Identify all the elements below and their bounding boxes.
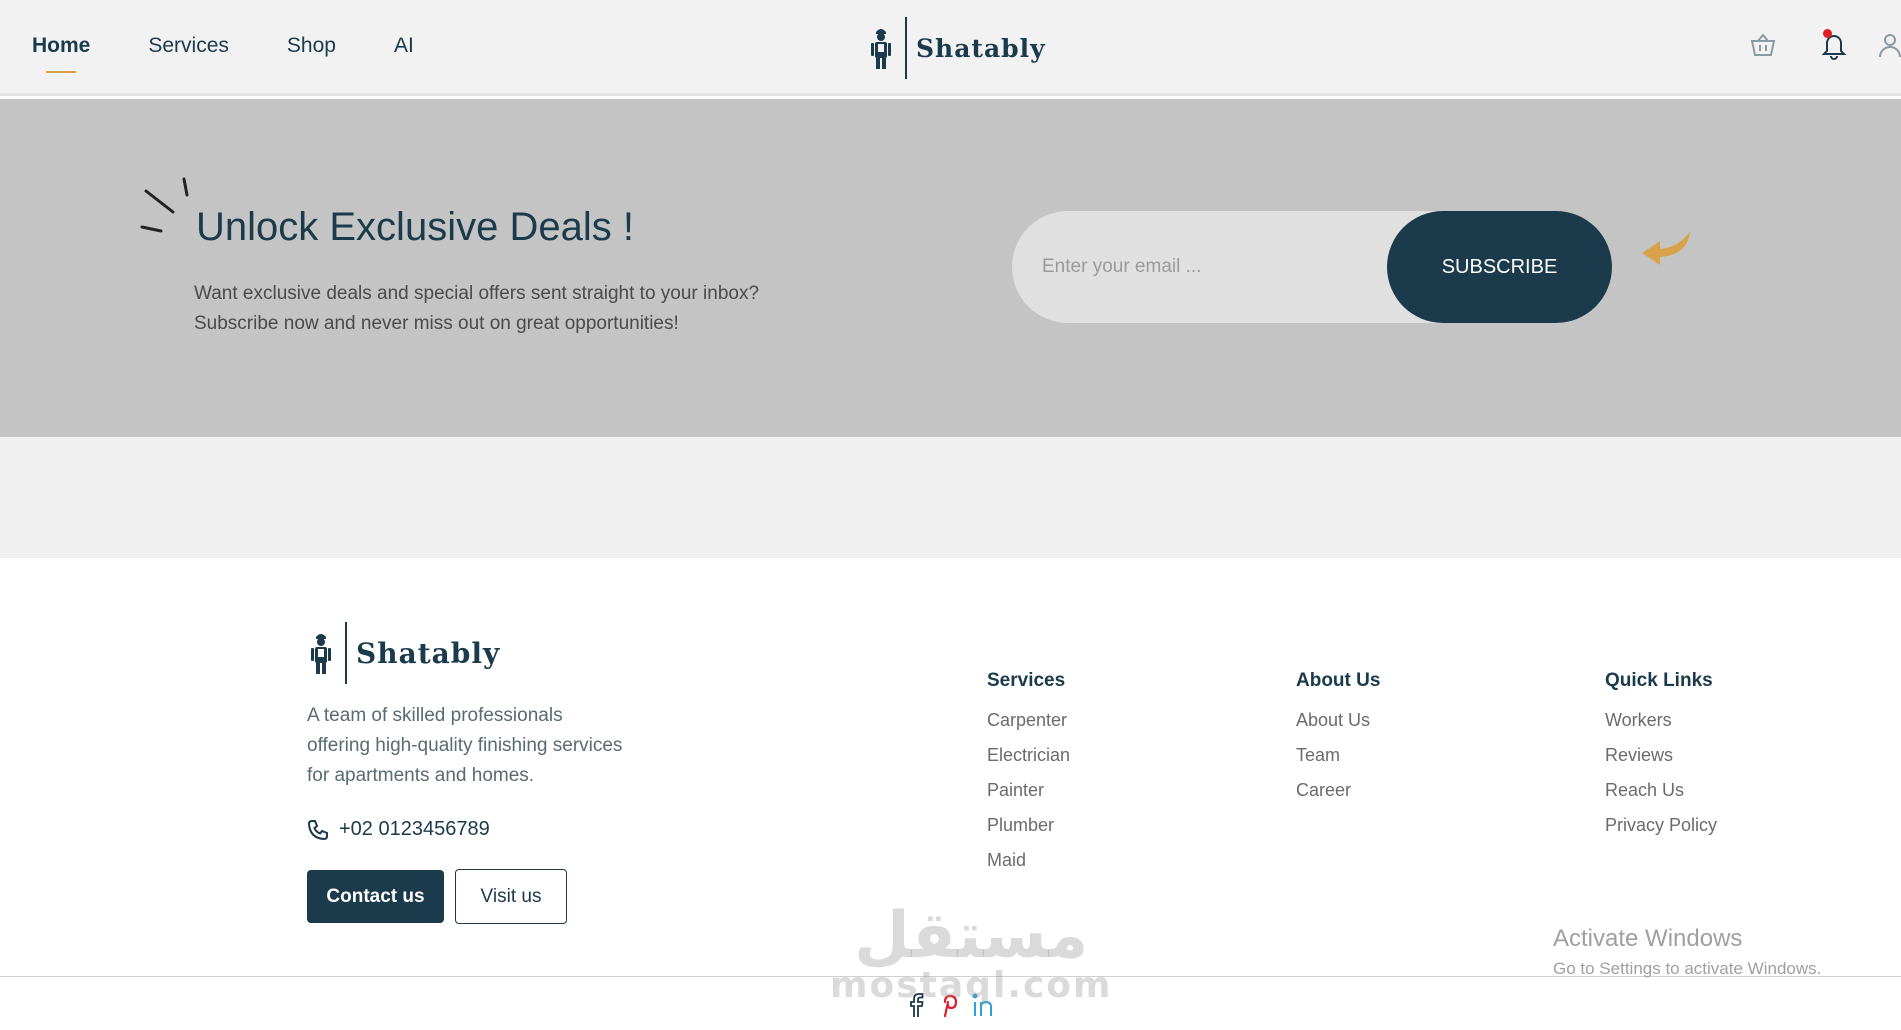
footer-link-team[interactable]: Team <box>1296 738 1380 773</box>
phone-contact[interactable]: +02 0123456789 <box>307 818 490 841</box>
worker-logo-icon <box>871 29 891 69</box>
col-title: Services <box>987 670 1066 691</box>
section-spacer <box>0 437 1901 558</box>
banner-text-line2: Subscribe now and never miss out on grea… <box>194 313 679 334</box>
footer-link-carpenter[interactable]: Carpenter <box>987 703 1070 738</box>
notification-dot <box>1823 29 1832 38</box>
footer-description: A team of skilled professionals offering… <box>307 705 623 786</box>
activate-title: Activate Windows <box>1553 925 1743 952</box>
footer-link-privacy-policy[interactable]: Privacy Policy <box>1605 808 1717 843</box>
bell-icon[interactable] <box>1819 29 1849 60</box>
visit-us-button[interactable]: Visit us <box>455 869 567 924</box>
footer-col-quick-links: Quick Links Workers Reviews Reach Us Pri… <box>1605 670 1717 843</box>
nav-ai[interactable]: AI <box>394 34 414 58</box>
subscribe-button[interactable]: SUBSCRIBE <box>1387 211 1612 323</box>
brand-name: Shatably <box>356 636 501 670</box>
nav-services[interactable]: Services <box>148 34 229 58</box>
phone-icon <box>307 819 328 840</box>
pinterest-icon[interactable] <box>937 992 961 1023</box>
footer-link-plumber[interactable]: Plumber <box>987 808 1070 843</box>
activate-windows-notice: Activate Windows Go to Settings to activ… <box>1553 925 1821 979</box>
top-header: Home Services Shop AI Shatably <box>0 0 1901 96</box>
curved-arrow-icon <box>1642 231 1690 265</box>
footer-link-workers[interactable]: Workers <box>1605 703 1717 738</box>
main-nav: Home Services Shop AI <box>32 34 472 73</box>
contact-us-button[interactable]: Contact us <box>307 870 444 923</box>
footer-link-painter[interactable]: Painter <box>987 773 1070 808</box>
subscribe-form: SUBSCRIBE <box>1012 211 1612 323</box>
footer-link-electrician[interactable]: Electrician <box>987 738 1070 773</box>
nav-home[interactable]: Home <box>32 34 90 73</box>
logo-divider <box>905 17 907 79</box>
linkedin-icon[interactable] <box>971 992 997 1023</box>
banner-text-line1: Want exclusive deals and special offers … <box>194 283 760 304</box>
footer-col-about: About Us About Us Team Career <box>1296 670 1380 808</box>
facebook-icon[interactable] <box>905 992 927 1023</box>
footer-link-about-us[interactable]: About Us <box>1296 703 1380 738</box>
logo-divider <box>345 622 347 684</box>
footer-link-reviews[interactable]: Reviews <box>1605 738 1717 773</box>
worker-logo-icon <box>311 634 331 674</box>
banner-title: Unlock Exclusive Deals ! <box>196 205 634 249</box>
social-links <box>905 992 1007 1023</box>
user-icon[interactable] <box>1875 30 1901 60</box>
phone-number: +02 0123456789 <box>339 818 490 840</box>
banner-description: Want exclusive deals and special offers … <box>194 279 814 339</box>
basket-icon[interactable] <box>1748 30 1778 60</box>
brand-name: Shatably <box>916 33 1046 63</box>
header-logo[interactable]: Shatably <box>867 17 1046 79</box>
footer-link-career[interactable]: Career <box>1296 773 1380 808</box>
sparkle-icon <box>140 177 189 233</box>
col-title: About Us <box>1296 670 1381 691</box>
email-input[interactable] <box>1042 211 1382 323</box>
nav-shop[interactable]: Shop <box>287 34 336 58</box>
col-title: Quick Links <box>1605 670 1713 691</box>
footer-logo[interactable]: Shatably <box>307 622 500 684</box>
footer-link-maid[interactable]: Maid <box>987 843 1070 878</box>
activate-subtitle: Go to Settings to activate Windows. <box>1553 959 1822 978</box>
footer-col-services: Services Carpenter Electrician Painter P… <box>987 670 1070 878</box>
footer-link-reach-us[interactable]: Reach Us <box>1605 773 1717 808</box>
subscribe-banner: Unlock Exclusive Deals ! Want exclusive … <box>0 99 1901 437</box>
